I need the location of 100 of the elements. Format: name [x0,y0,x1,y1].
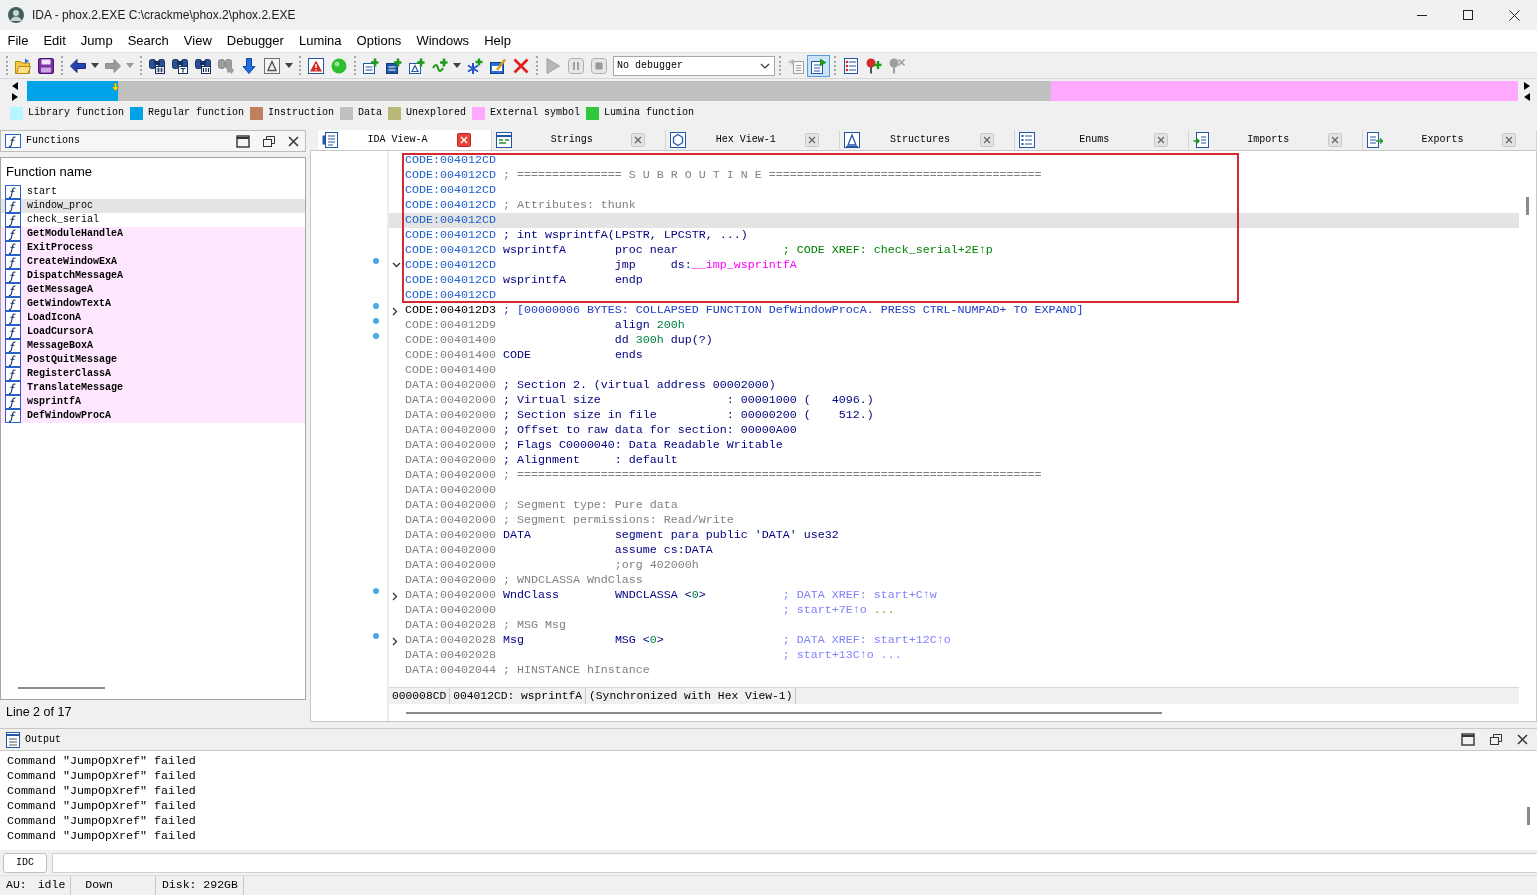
disassembly-line: CODE:004012D9 align 200h [405,318,685,333]
close-icon[interactable] [288,135,299,147]
maximize-icon[interactable] [1463,10,1473,20]
binoculars-icon[interactable] [194,57,211,74]
function-icon [5,339,21,353]
menu-item[interactable]: Lumina [291,30,350,52]
function-row[interactable]: wsprintfA [1,395,305,409]
function-row[interactable]: GetModuleHandleA [1,227,305,241]
column-header[interactable]: Function name [6,164,92,179]
menu-item[interactable]: View [176,30,220,52]
float-icon[interactable] [1490,734,1502,745]
arrow-left-icon[interactable] [1524,92,1530,101]
disassembly-line: CODE:004012CD wsprintfA proc near ; CODE XREF: check_serial+2E↑p [405,243,993,258]
function-row[interactable]: MessageBoxA [1,339,305,353]
chevron-down-icon[interactable] [392,262,401,268]
disassembly-line: DATA:00402000 ; WNDCLASSA WndClass [405,573,643,588]
cross-icon[interactable] [512,57,529,74]
pencil-icon[interactable] [489,57,506,74]
function-row[interactable]: LoadCursorA [1,325,305,339]
menu-item[interactable]: Windows [408,30,477,52]
menu-item[interactable]: Jump [73,30,121,52]
close-icon[interactable] [457,133,472,147]
binoculars-icon[interactable] [171,57,188,74]
maximize-icon[interactable] [236,134,250,148]
output-line: Command "JumpOpXref" failed [7,784,196,798]
function-row[interactable]: GetWindowTextA [1,297,305,311]
disassembly-line: DATA:00402000 ; Section 2. (virtual address 00002000) [405,378,776,393]
function-row[interactable]: CreateWindowExA [1,255,305,269]
folder-icon[interactable] [14,57,31,74]
function-row[interactable]: LoadIconA [1,311,305,325]
language-button[interactable]: IDC [3,852,47,873]
function-row[interactable]: RegisterClassA [1,367,305,381]
function-row[interactable]: start [1,185,305,199]
function-icon [5,297,21,311]
triangle-box-icon[interactable] [263,57,280,74]
toggle-button[interactable] [807,54,830,77]
document-icon [322,132,338,148]
menu-item[interactable]: File [0,30,36,52]
caret-icon[interactable] [285,63,293,68]
menu-item[interactable]: Options [349,30,409,52]
disassembly-line: DATA:00402028 ; start+13C↑o ... [405,648,902,663]
document-arrow-icon [1366,132,1383,148]
function-row[interactable]: DispatchMessageA [1,269,305,283]
maximize-icon[interactable] [1461,733,1475,746]
app-icon [8,7,24,23]
function-row[interactable]: DefWindowProcA [1,409,305,423]
command-input[interactable] [52,852,1537,873]
legend-label: Library function [28,107,124,119]
disassembly-line: DATA:00402028 Msg MSG <0> ; DATA XREF: start+12C↑o [405,633,951,648]
disassembly-line: DATA:00402000 ; Segment type: Pure data [405,498,678,513]
document-plus-icon[interactable] [362,57,379,74]
legend-label: Instruction [268,107,335,119]
float-icon[interactable] [263,135,275,147]
scrollbar[interactable] [1526,197,1529,215]
function-row[interactable]: ExitProcess [1,241,305,255]
minimize-icon[interactable] [1417,14,1427,16]
function-row[interactable]: PostQuitMessage [1,353,305,367]
arrow-right-icon[interactable] [1524,81,1530,90]
triangle-plus-icon[interactable] [408,57,425,74]
status-label: AU: [6,877,27,893]
legend-label: Lumina function [604,107,695,119]
menu-item[interactable]: Help [476,30,519,52]
close-icon[interactable] [1517,734,1528,745]
caret-icon[interactable] [453,63,461,68]
function-row[interactable]: window_proc [1,199,305,213]
status-text: 000008CD [389,688,451,704]
disassembly-line: DATA:00402000 ; Alignment : default [405,453,678,468]
menu-item[interactable]: Edit [35,30,74,52]
list-icon[interactable] [843,57,858,74]
arrow-left-icon[interactable] [69,58,86,73]
disassembly-line: DATA:00402000 ; Segment permissions: Read/Write [405,513,734,528]
function-row[interactable]: check_serial [1,213,305,227]
chevron-right-icon[interactable] [392,307,398,316]
function-icon [5,199,21,213]
warning-icon[interactable] [307,57,324,74]
chevron-right-icon[interactable] [392,592,398,601]
arrow-right-icon[interactable] [12,92,18,101]
arrow-down-icon[interactable] [241,57,256,74]
menu-item[interactable]: Search [120,30,177,52]
tile-plus-icon[interactable] [385,57,402,74]
pin-plus-icon[interactable] [865,57,882,74]
close-icon[interactable] [1508,9,1520,21]
function-row[interactable]: TranslateMessage [1,381,305,395]
caret-icon[interactable] [91,63,99,68]
chevron-right-icon[interactable] [392,637,398,646]
arrow-left-icon[interactable] [12,81,18,90]
disassembly-line: CODE:004012D3 ; [00000006 BYTES: COLLAPSED FUNCTION DefWindowProcA. PRESS CTRL-NUMPAD+ TO EXPAND] [405,303,1084,318]
menu-item[interactable]: Debugger [219,30,292,52]
triangle-box-icon [844,132,861,148]
function-row[interactable]: GetMessageA [1,283,305,297]
tab[interactable]: IDA View-A [318,130,493,150]
debugger-select[interactable]: No debugger [613,55,775,76]
function-icon [5,325,21,339]
binoculars-icon[interactable] [148,57,165,74]
function-icon [5,381,21,395]
scrollbar[interactable] [1527,807,1530,825]
scrollbar[interactable] [406,712,1162,714]
wave-plus-icon[interactable] [431,57,448,74]
scrollbar[interactable] [18,687,105,689]
asterisk-plus-icon[interactable] [466,57,483,74]
